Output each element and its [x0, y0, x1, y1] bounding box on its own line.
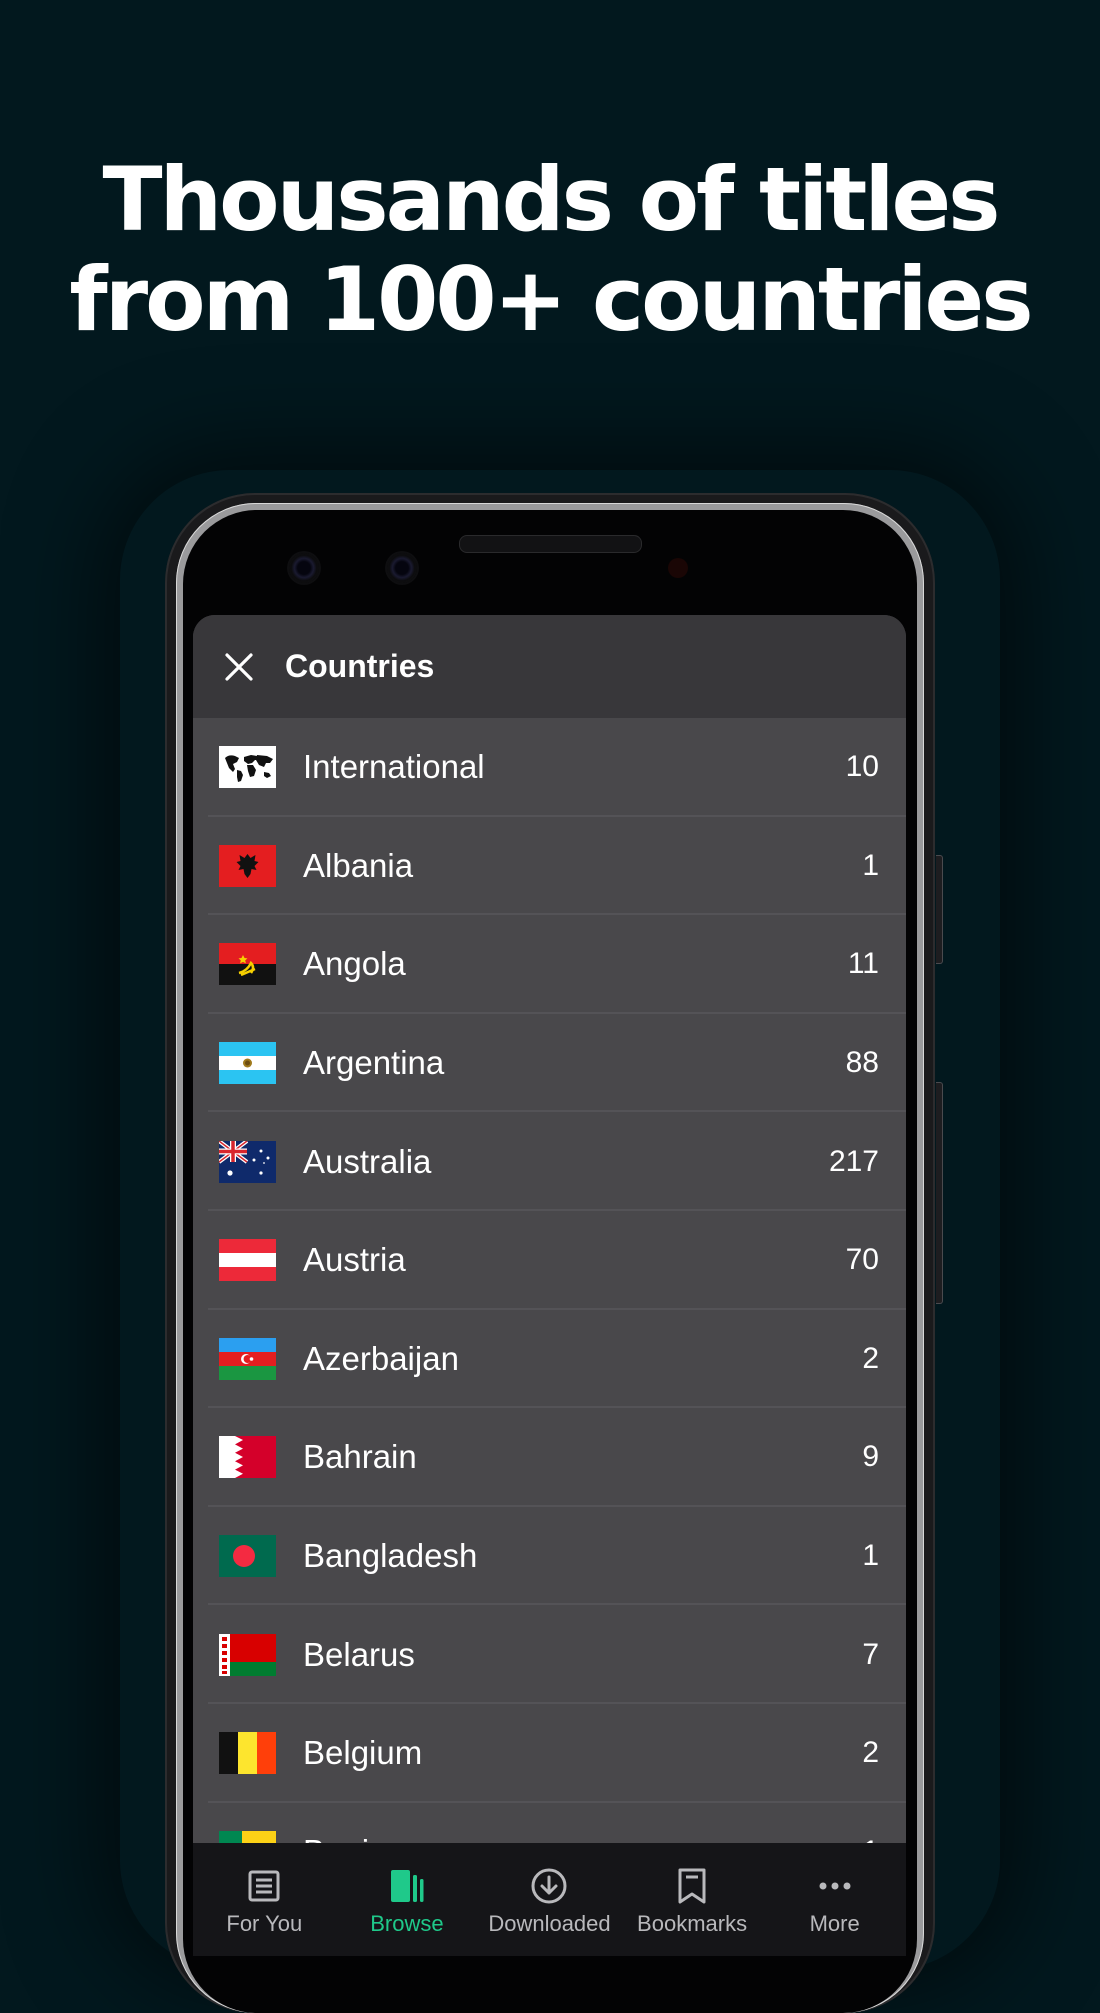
nav-item-browse[interactable]: Browse — [336, 1843, 479, 1956]
country-name: Australia — [303, 1142, 432, 1180]
proximity-sensor — [668, 558, 688, 578]
country-name: Austria — [303, 1241, 406, 1279]
title-count: 217 — [828, 1144, 879, 1178]
title-count: 2 — [862, 1341, 879, 1375]
country-name: Argentina — [303, 1044, 445, 1082]
nav-label: Browse — [370, 1911, 444, 1936]
power-button — [936, 1082, 943, 1304]
country-row[interactable]: International 10 — [193, 718, 906, 817]
country-name: Bahrain — [303, 1438, 417, 1476]
country-row[interactable]: Azerbaijan 2 — [193, 1310, 906, 1409]
country-row[interactable]: Angola 11 — [193, 915, 906, 1014]
bookmark-icon — [673, 1867, 711, 1905]
app-header: Countries — [193, 615, 906, 718]
volume-button — [936, 855, 943, 964]
world-map-flag-icon — [219, 746, 276, 789]
country-name: Angola — [303, 945, 406, 983]
country-list: International 10 Albania 1 Angola 11 Argent… — [193, 718, 906, 1901]
belgium-flag-icon — [219, 1732, 276, 1775]
country-name: Belarus — [303, 1635, 415, 1673]
country-row[interactable]: Argentina 88 — [193, 1014, 906, 1113]
close-icon — [225, 652, 253, 681]
title-count: 7 — [862, 1637, 879, 1671]
nav-label: Bookmarks — [637, 1911, 748, 1936]
country-name: International — [303, 748, 485, 786]
country-name: Azerbaijan — [303, 1339, 459, 1377]
country-row[interactable]: Belarus 7 — [193, 1605, 906, 1704]
title-count: 88 — [845, 1046, 879, 1080]
title-count: 9 — [862, 1440, 879, 1474]
country-row[interactable]: Belgium 2 — [193, 1704, 906, 1803]
nav-item-downloaded[interactable]: Downloaded — [478, 1843, 621, 1956]
argentina-flag-icon — [219, 1042, 276, 1085]
bahrain-flag-icon — [219, 1436, 276, 1479]
title-count: 10 — [845, 750, 879, 784]
nav-label: Downloaded — [488, 1911, 611, 1936]
close-button[interactable] — [215, 643, 263, 691]
download-circle-icon — [530, 1867, 568, 1905]
nav-label: For You — [226, 1911, 303, 1936]
more-dots-icon — [816, 1867, 854, 1905]
albania-flag-icon — [219, 844, 276, 887]
title-count: 1 — [862, 1539, 879, 1573]
country-row[interactable]: Australia 217 — [193, 1112, 906, 1211]
books-icon — [388, 1867, 426, 1905]
country-row[interactable]: Austria 70 — [193, 1211, 906, 1310]
country-name: Belgium — [303, 1734, 423, 1772]
azerbaijan-flag-icon — [219, 1337, 276, 1380]
country-row[interactable]: Albania 1 — [193, 817, 906, 916]
headline: Thousands of titles from 100+ countries — [0, 150, 1100, 350]
angola-flag-icon — [219, 943, 276, 986]
headline-line-1: Thousands of titles — [102, 148, 1000, 251]
bangladesh-flag-icon — [219, 1535, 276, 1578]
nav-item-more[interactable]: More — [763, 1843, 906, 1956]
title-count: 1 — [862, 848, 879, 882]
app-screen: Countries International 10 Albania 1 Angol… — [193, 615, 906, 1956]
title-count: 70 — [845, 1243, 879, 1277]
country-name: Bangladesh — [303, 1537, 478, 1575]
front-camera-icon — [289, 553, 319, 583]
australia-flag-icon — [219, 1140, 276, 1183]
title-count: 2 — [862, 1736, 879, 1770]
bottom-nav: For You Browse Downloaded Bookmarks More — [193, 1843, 906, 1956]
page-title: Countries — [285, 648, 435, 684]
nav-item-for-you[interactable]: For You — [193, 1843, 336, 1956]
title-count: 11 — [847, 947, 879, 981]
headline-line-2: from 100+ countries — [69, 248, 1033, 351]
nav-label: More — [809, 1911, 860, 1936]
country-row[interactable]: Bahrain 9 — [193, 1408, 906, 1507]
country-name: Albania — [303, 846, 414, 884]
front-camera-secondary-icon — [387, 553, 417, 583]
belarus-flag-icon — [219, 1633, 276, 1676]
earpiece-speaker — [459, 535, 642, 553]
nav-item-bookmarks[interactable]: Bookmarks — [621, 1843, 764, 1956]
austria-flag-icon — [219, 1239, 276, 1282]
country-row[interactable]: Bangladesh 1 — [193, 1507, 906, 1606]
document-lines-icon — [245, 1867, 283, 1905]
